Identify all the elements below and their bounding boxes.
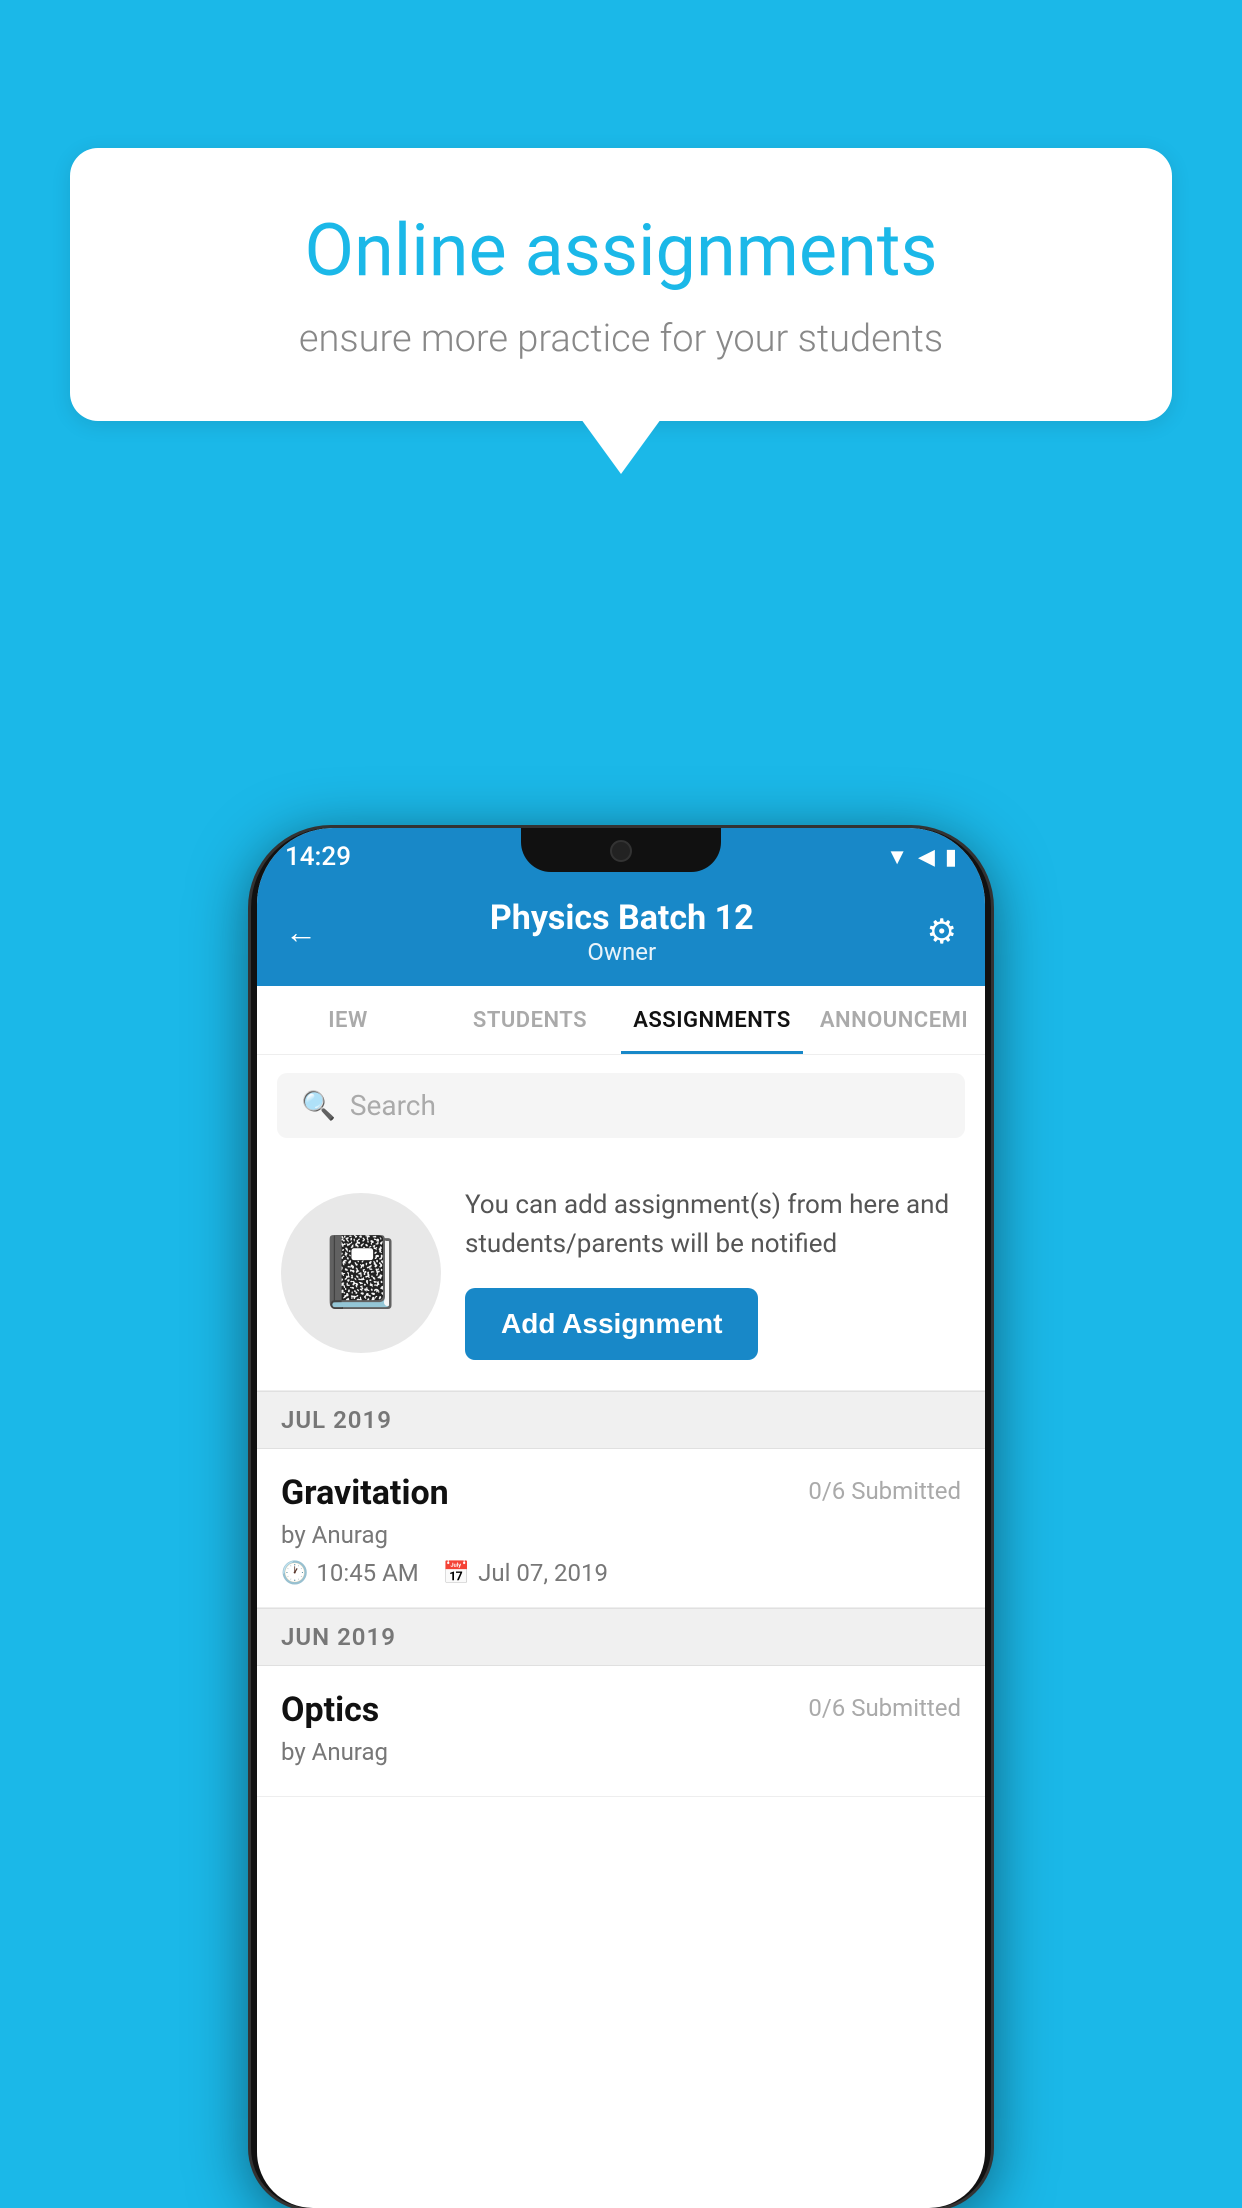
section-header-text-jul: JUL 2019 [281, 1406, 392, 1434]
search-icon: 🔍 [301, 1089, 336, 1122]
add-assignment-button[interactable]: Add Assignment [465, 1288, 758, 1360]
settings-button[interactable]: ⚙ [927, 912, 957, 952]
search-bar-wrapper: 🔍 Search [257, 1055, 985, 1156]
speech-bubble: Online assignments ensure more practice … [70, 148, 1172, 421]
notebook-icon: 📓 [317, 1232, 404, 1314]
assignment-name-gravitation: Gravitation [281, 1473, 449, 1513]
wifi-icon: ▼ [886, 844, 908, 870]
status-icons: ▼ ◀ ▮ [886, 844, 957, 870]
section-jun-2019: JUN 2019 [257, 1608, 985, 1666]
assignment-row-top: Gravitation 0/6 Submitted [281, 1473, 961, 1513]
calendar-icon: 📅 [443, 1561, 470, 1586]
app-header: ← Physics Batch 12 Owner ⚙ [257, 880, 985, 986]
battery-icon: ▮ [945, 845, 957, 870]
assignment-optics[interactable]: Optics 0/6 Submitted by Anurag [257, 1666, 985, 1797]
assignment-date: 📅 Jul 07, 2019 [443, 1559, 608, 1587]
phone-frame: 14:29 ▼ ◀ ▮ ← Physics Batch 12 Owner ⚙ I… [251, 828, 991, 2208]
section-jul-2019: JUL 2019 [257, 1391, 985, 1449]
time-value: 10:45 AM [316, 1559, 418, 1587]
header-center: Physics Batch 12 Owner [490, 898, 754, 966]
speech-bubble-subtitle: ensure more practice for your students [140, 317, 1102, 361]
promo-text-block: You can add assignment(s) from here and … [465, 1186, 961, 1360]
submitted-count-gravitation: 0/6 Submitted [808, 1477, 961, 1505]
tab-assignments[interactable]: ASSIGNMENTS [621, 986, 803, 1054]
assignment-time: 🕐 10:45 AM [281, 1559, 419, 1587]
promo-section: 📓 You can add assignment(s) from here an… [257, 1156, 985, 1391]
camera-icon [610, 840, 632, 862]
phone-screen: 14:29 ▼ ◀ ▮ ← Physics Batch 12 Owner ⚙ I… [257, 828, 985, 2208]
assignment-name-optics: Optics [281, 1690, 379, 1730]
assignment-gravitation[interactable]: Gravitation 0/6 Submitted by Anurag 🕐 10… [257, 1449, 985, 1608]
batch-title: Physics Batch 12 [490, 898, 754, 938]
assignment-by-gravitation: by Anurag [281, 1521, 961, 1549]
section-header-text-jun: JUN 2019 [281, 1623, 396, 1651]
speech-bubble-wrapper: Online assignments ensure more practice … [70, 148, 1172, 474]
promo-description: You can add assignment(s) from here and … [465, 1186, 961, 1264]
date-value: Jul 07, 2019 [478, 1559, 608, 1587]
tab-students[interactable]: STUDENTS [439, 986, 621, 1054]
tab-announcements[interactable]: ANNOUNCEMI [803, 986, 985, 1054]
speech-bubble-title: Online assignments [140, 208, 1102, 293]
clock-icon: 🕐 [281, 1561, 308, 1586]
back-button[interactable]: ← [285, 913, 317, 951]
status-time: 14:29 [285, 842, 351, 872]
search-bar[interactable]: 🔍 Search [277, 1073, 965, 1138]
assignment-meta-gravitation: 🕐 10:45 AM 📅 Jul 07, 2019 [281, 1559, 961, 1587]
assignment-row-top-optics: Optics 0/6 Submitted [281, 1690, 961, 1730]
speech-bubble-tail [581, 419, 661, 474]
tab-iew[interactable]: IEW [257, 986, 439, 1054]
tab-bar: IEW STUDENTS ASSIGNMENTS ANNOUNCEMI [257, 986, 985, 1055]
signal-icon: ◀ [918, 845, 935, 870]
search-placeholder: Search [350, 1089, 436, 1122]
submitted-count-optics: 0/6 Submitted [808, 1694, 961, 1722]
owner-label: Owner [490, 938, 754, 966]
assignment-by-optics: by Anurag [281, 1738, 961, 1766]
promo-icon-circle: 📓 [281, 1193, 441, 1353]
